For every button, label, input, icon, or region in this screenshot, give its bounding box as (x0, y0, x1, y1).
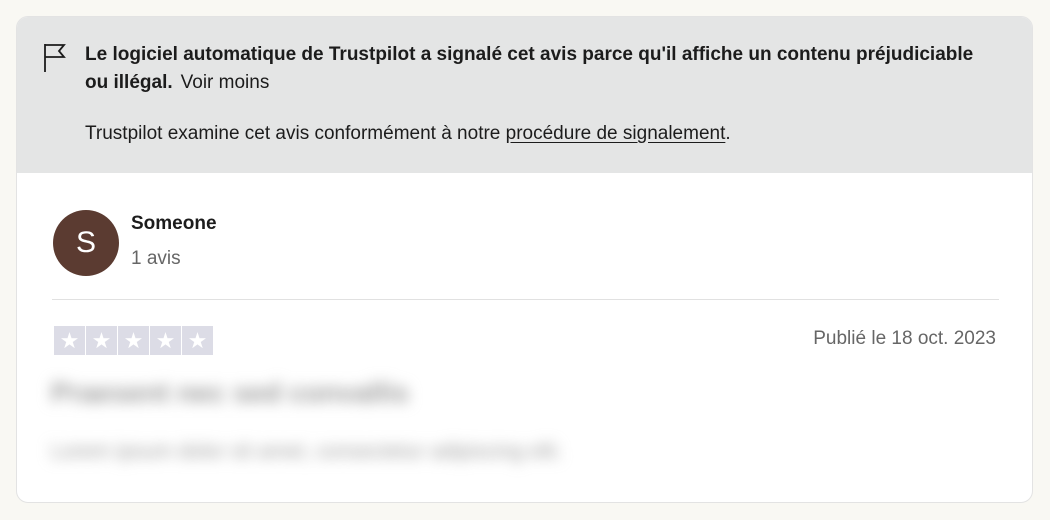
blurred-review-title: Praesent nec sed convallis (51, 377, 409, 408)
star-icon: ★ (150, 326, 181, 355)
notice-message: Le logiciel automatique de Trustpilot a … (85, 41, 985, 97)
notice-examine-text: Trustpilot examine cet avis conformément… (85, 120, 731, 148)
star-icon: ★ (86, 326, 117, 355)
reviewer-name[interactable]: Someone (131, 213, 217, 235)
avatar[interactable]: S (53, 210, 119, 276)
star-icon: ★ (118, 326, 149, 355)
star-icon: ★ (54, 326, 85, 355)
flagged-notice: Le logiciel automatique de Trustpilot a … (17, 17, 1032, 173)
show-less-link[interactable]: Voir moins (181, 72, 270, 93)
star-icon: ★ (182, 326, 213, 355)
reporting-procedure-link[interactable]: procédure de signalement (506, 123, 726, 144)
star-rating: ★ ★ ★ ★ ★ (54, 326, 213, 355)
divider (52, 299, 999, 300)
period: . (725, 123, 731, 144)
published-date: Publié le 18 oct. 2023 (813, 328, 996, 349)
review-count: 1 avis (131, 248, 181, 269)
review-card: Le logiciel automatique de Trustpilot a … (16, 16, 1033, 503)
examine-text: Trustpilot examine cet avis conformément… (85, 123, 506, 144)
flag-icon (44, 44, 66, 72)
blurred-review-body: Lorem ipsum dolor sit amet, consectetur … (51, 440, 563, 463)
